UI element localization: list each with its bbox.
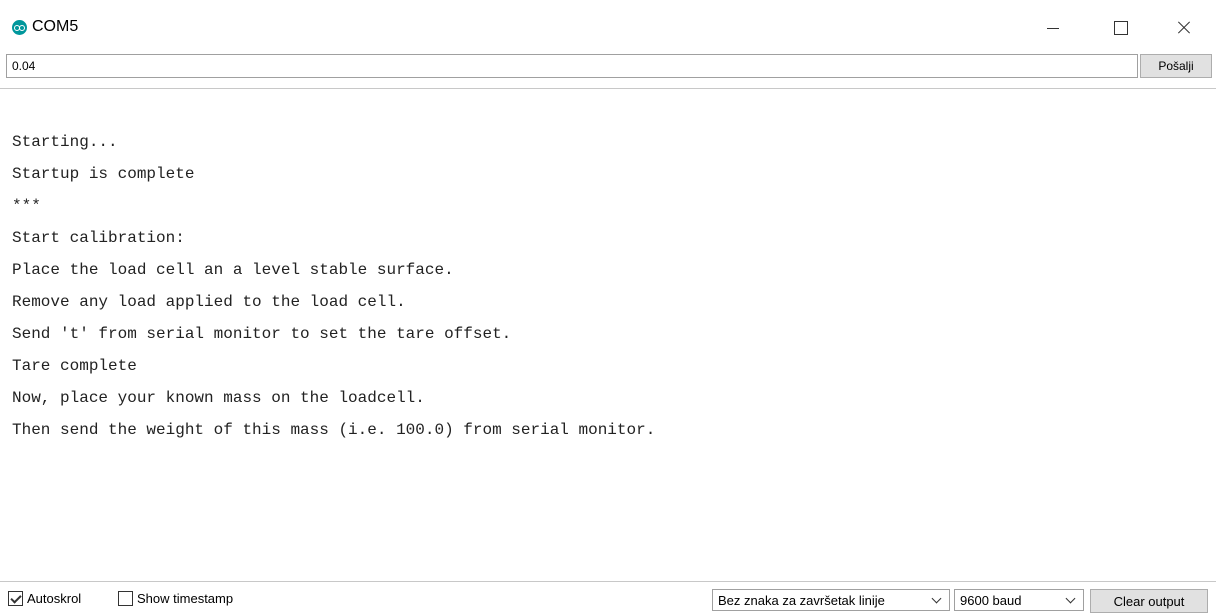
separator — [0, 88, 1216, 89]
send-button[interactable]: Pošalji — [1140, 54, 1212, 78]
status-bar: Autoskrol Show timestamp Bez znaka za za… — [0, 581, 1216, 613]
autoscroll-label: Autoskrol — [27, 591, 82, 606]
chevron-down-icon — [929, 592, 945, 608]
line-ending-value: Bez znaka za završetak linije — [718, 593, 885, 608]
autoscroll-checkbox[interactable] — [8, 591, 23, 606]
chevron-down-icon — [1063, 592, 1079, 608]
minimize-icon — [1047, 27, 1059, 29]
maximize-icon — [1114, 21, 1128, 35]
output-line: Remove any load applied to the load cell… — [12, 293, 406, 311]
close-button[interactable] — [1160, 8, 1206, 48]
minimize-button[interactable] — [1030, 8, 1076, 48]
autoscroll-option[interactable]: Autoskrol — [8, 591, 81, 606]
output-line: Startup is complete — [12, 165, 195, 183]
timestamp-checkbox[interactable] — [118, 591, 133, 606]
baud-select[interactable]: 9600 baud — [954, 589, 1084, 611]
timestamp-label: Show timestamp — [137, 591, 234, 606]
output-line: Send 't' from serial monitor to set the … — [12, 325, 512, 343]
clear-output-button[interactable]: Clear output — [1090, 589, 1208, 613]
output-line: Then send the weight of this mass (i.e. … — [12, 421, 656, 439]
output-line: Tare complete — [12, 357, 137, 375]
line-ending-select[interactable]: Bez znaka za završetak linije — [712, 589, 950, 611]
arduino-icon — [12, 20, 27, 35]
maximize-button[interactable] — [1098, 8, 1144, 48]
baud-value: 9600 baud — [960, 593, 1022, 608]
timestamp-option[interactable]: Show timestamp — [118, 591, 233, 606]
window-title: COM5 — [32, 18, 79, 35]
output-line: *** — [12, 197, 41, 215]
output-line: Start calibration: — [12, 229, 185, 247]
send-input[interactable] — [6, 54, 1138, 78]
serial-output[interactable]: Starting... Startup is complete *** Star… — [12, 126, 1202, 556]
title-bar: COM5 — [0, 8, 1216, 48]
output-line: Starting... — [12, 133, 118, 151]
output-line: Now, place your known mass on the loadce… — [12, 389, 425, 407]
output-line: Place the load cell an a level stable su… — [12, 261, 454, 279]
send-row: Pošalji — [6, 54, 1212, 80]
close-icon — [1176, 21, 1190, 35]
